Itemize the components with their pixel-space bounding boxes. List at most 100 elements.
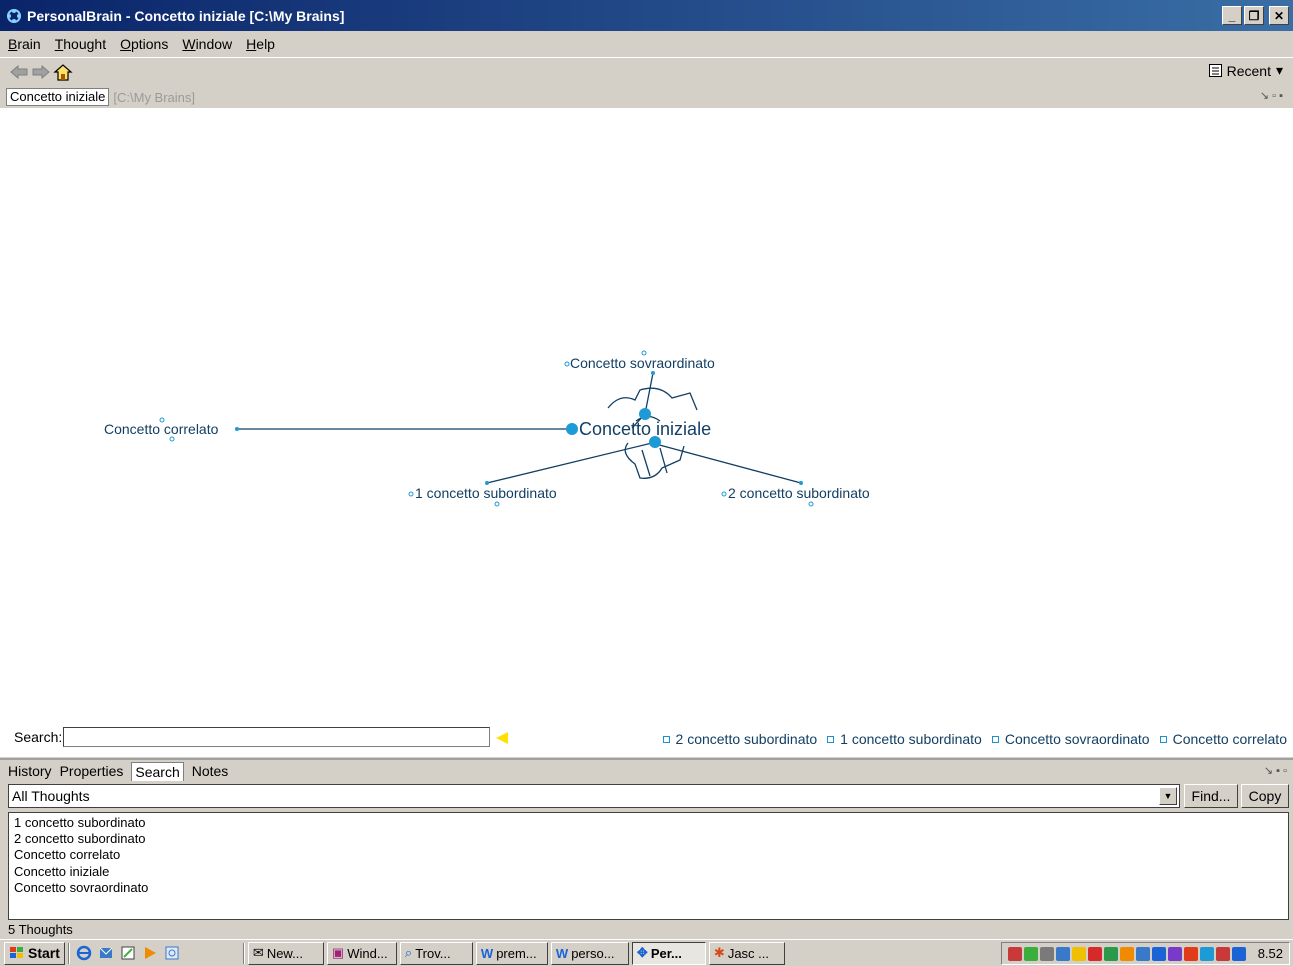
tab-search[interactable]: Search <box>131 761 184 781</box>
app-shortcut-icon[interactable] <box>161 943 183 963</box>
thought-parent[interactable]: Concetto sovraordinato <box>570 355 715 371</box>
recent-label: Recent <box>1226 62 1271 79</box>
tray-icon[interactable] <box>1231 946 1246 961</box>
start-button[interactable]: Start <box>4 941 65 965</box>
brain-path-bar: Concetto iniziale [C:\My Brains] ↘ ▫ ▪ <box>6 87 1289 107</box>
ie-icon[interactable] <box>73 943 95 963</box>
pin-icon <box>662 735 670 743</box>
find-button[interactable]: Find... <box>1184 784 1238 808</box>
list-item[interactable]: 1 concetto subordinato <box>14 815 1283 831</box>
pinned-thoughts: 2 concetto subordinato 1 concetto subord… <box>662 731 1287 747</box>
thought-jump[interactable]: Concetto correlato <box>104 421 218 437</box>
menu-thought[interactable]: Thought <box>55 36 106 52</box>
chevron-down-icon: ▾ <box>1275 62 1283 78</box>
forward-arrow-icon[interactable] <box>30 62 52 82</box>
menu-window[interactable]: Window <box>182 36 232 52</box>
menu-options[interactable]: Options <box>120 36 168 52</box>
dropdown-arrow-icon[interactable]: ▼ <box>1159 787 1177 805</box>
child1-link <box>486 442 653 484</box>
taskbar-item[interactable]: ✉ New... <box>247 941 324 965</box>
pinned-thought[interactable]: 2 concetto subordinato <box>662 731 817 747</box>
system-tray: 8.52 <box>1000 942 1290 965</box>
tab-properties[interactable]: Properties <box>60 763 124 779</box>
title-bar: PersonalBrain - Concetto iniziale [C:\My… <box>0 0 1293 31</box>
tray-icon[interactable] <box>1215 946 1230 961</box>
tray-icon[interactable] <box>1103 946 1118 961</box>
tray-icon[interactable] <box>1007 946 1022 961</box>
tab-notes[interactable]: Notes <box>192 763 229 779</box>
taskbar-item[interactable]: Wprem... <box>475 941 548 965</box>
recent-dropdown[interactable]: Recent ▾ <box>1208 62 1283 79</box>
media-player-icon[interactable] <box>139 943 161 963</box>
window-title: PersonalBrain - Concetto iniziale [C:\My… <box>27 7 345 24</box>
pinned-thought[interactable]: 1 concetto subordinato <box>827 731 982 747</box>
find-icon: ⌕ <box>404 945 413 960</box>
search-results-list[interactable]: 1 concetto subordinato 2 concetto subord… <box>8 812 1289 920</box>
central-node-dot <box>566 423 578 435</box>
thought-child-1[interactable]: 1 concetto subordinato <box>415 485 557 501</box>
outlook-icon[interactable] <box>95 943 117 963</box>
status-bar: 5 Thoughts <box>8 922 73 937</box>
pane-controls-icon[interactable]: ↘ ▪ ▫ <box>1264 764 1287 777</box>
search-arrow-icon[interactable] <box>496 732 508 744</box>
back-arrow-icon[interactable] <box>8 62 30 82</box>
list-item[interactable]: Concetto correlato <box>14 847 1283 863</box>
tray-icon[interactable] <box>1087 946 1102 961</box>
tray-icon[interactable] <box>1055 946 1070 961</box>
clock[interactable]: 8.52 <box>1258 946 1283 961</box>
jasc-icon: ✱ <box>713 945 725 960</box>
menu-brain[interactable]: Brain <box>8 36 41 52</box>
word-icon: W <box>480 945 494 961</box>
thought-central[interactable]: Concetto iniziale <box>579 419 711 440</box>
thought-child-2[interactable]: 2 concetto subordinato <box>728 485 870 501</box>
list-icon <box>1208 64 1222 77</box>
pane-controls-icon[interactable]: ↘ ▫ ▪ <box>1260 89 1283 102</box>
list-item[interactable]: Concetto iniziale <box>14 864 1283 880</box>
personalbrain-icon: ✥ <box>636 945 648 960</box>
tray-icon[interactable] <box>1167 946 1182 961</box>
thought-filter-select[interactable]: All Thoughts ▼ <box>8 784 1180 808</box>
home-icon[interactable] <box>52 62 74 82</box>
restore-button[interactable]: ❐ <box>1244 6 1264 25</box>
plex-graph <box>159 350 814 507</box>
taskbar: Start ✉ New... ▣ Wind... ⌕ Trov... Wprem...… <box>0 939 1293 966</box>
pinned-thought[interactable]: Concetto correlato <box>1159 731 1287 747</box>
jump-end-dot <box>235 427 239 431</box>
copy-button[interactable]: Copy <box>1241 784 1289 808</box>
tab-history[interactable]: History <box>8 763 52 779</box>
taskbar-item[interactable]: ✱ Jasc ... <box>708 941 785 965</box>
word-icon: W <box>555 945 569 961</box>
nav-toolbar <box>0 57 1293 85</box>
tray-icon[interactable] <box>1071 946 1086 961</box>
tray-icon[interactable] <box>1151 946 1166 961</box>
windows-logo-icon <box>10 947 23 958</box>
taskbar-item[interactable]: ▣ Wind... <box>326 941 397 965</box>
tray-icon[interactable] <box>1199 946 1214 961</box>
tray-icon[interactable] <box>1135 946 1150 961</box>
plex-canvas[interactable]: Concetto sovraordinato Concetto correlat… <box>0 108 1293 725</box>
taskbar-item-active[interactable]: ✥ Per... <box>631 941 706 965</box>
list-item[interactable]: 2 concetto subordinato <box>14 831 1283 847</box>
pin-icon <box>1159 735 1167 743</box>
child2-bottom-gate-icon <box>808 501 814 507</box>
envelope-icon: ✉ <box>252 945 264 960</box>
brain-name[interactable]: Concetto iniziale <box>6 88 110 106</box>
close-button[interactable]: ✕ <box>1269 6 1289 25</box>
menu-bar: Brain Thought Options Window Help <box>0 31 1293 57</box>
menu-help[interactable]: Help <box>246 36 275 52</box>
desktop-icon[interactable] <box>117 943 139 963</box>
brain-path: [C:\My Brains] <box>113 89 196 105</box>
tray-icon[interactable] <box>1119 946 1134 961</box>
pinned-thought[interactable]: Concetto sovraordinato <box>991 731 1150 747</box>
tray-icon[interactable] <box>1023 946 1038 961</box>
taskbar-item[interactable]: ⌕ Trov... <box>399 941 473 965</box>
search-input[interactable] <box>63 727 490 747</box>
search-label: Search: <box>14 729 63 745</box>
parent-end-dot <box>651 371 655 375</box>
list-item[interactable]: Concetto sovraordinato <box>14 880 1283 896</box>
parent-left-gate-icon <box>564 361 570 367</box>
tray-icon[interactable] <box>1183 946 1198 961</box>
minimize-button[interactable]: _ <box>1222 6 1242 25</box>
taskbar-item[interactable]: Wperso... <box>550 941 629 965</box>
tray-icon[interactable] <box>1039 946 1054 961</box>
